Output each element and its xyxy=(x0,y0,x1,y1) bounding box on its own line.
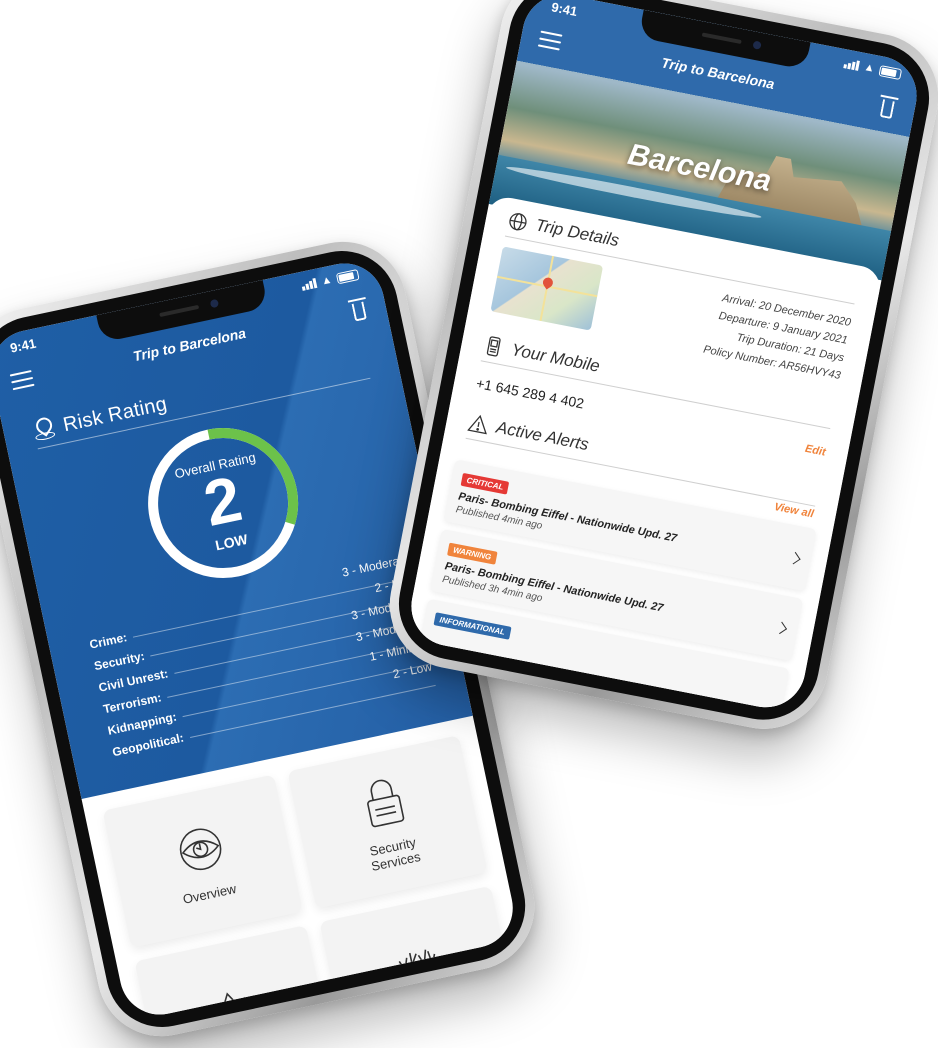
eye-icon xyxy=(179,828,221,870)
your-mobile-label: Your Mobile xyxy=(509,340,602,376)
wifi-icon: ▲ xyxy=(320,273,334,288)
trip-details-sheet: Trip Details Arrival: 20 December 2020 D… xyxy=(404,194,884,715)
signal-icon xyxy=(843,58,861,71)
trip-details-label: Trip Details xyxy=(533,215,621,251)
battery-icon xyxy=(335,268,360,284)
overall-rating-gauge: Overall Rating 2 LOW xyxy=(128,408,318,598)
tile-overview[interactable]: Overview xyxy=(102,774,303,948)
tile-security-services[interactable]: Security Services xyxy=(287,735,488,909)
signal-icon xyxy=(301,277,318,291)
mobile-phone-icon xyxy=(486,336,501,357)
status-time: 9:41 xyxy=(8,335,38,356)
status-time: 9:41 xyxy=(550,0,579,20)
warning-triangle-icon xyxy=(467,414,487,435)
location-pin-icon xyxy=(32,416,57,444)
wifi-icon: ▲ xyxy=(862,61,876,75)
screen-trip: Barcelona 9:41 ▲ Trip to Barcelona Trip … xyxy=(404,0,924,715)
alert-badge: INFORMATIONAL xyxy=(433,612,512,640)
tile-label: Overview xyxy=(181,880,238,907)
trip-map-thumbnail[interactable] xyxy=(490,246,604,331)
battery-icon xyxy=(878,64,903,80)
phone-right: Barcelona 9:41 ▲ Trip to Barcelona Trip … xyxy=(378,0,938,740)
edit-mobile-link[interactable]: Edit xyxy=(804,443,827,459)
padlock-icon xyxy=(366,779,404,828)
tile-label: Security Services xyxy=(368,834,422,874)
globe-icon xyxy=(509,213,527,231)
